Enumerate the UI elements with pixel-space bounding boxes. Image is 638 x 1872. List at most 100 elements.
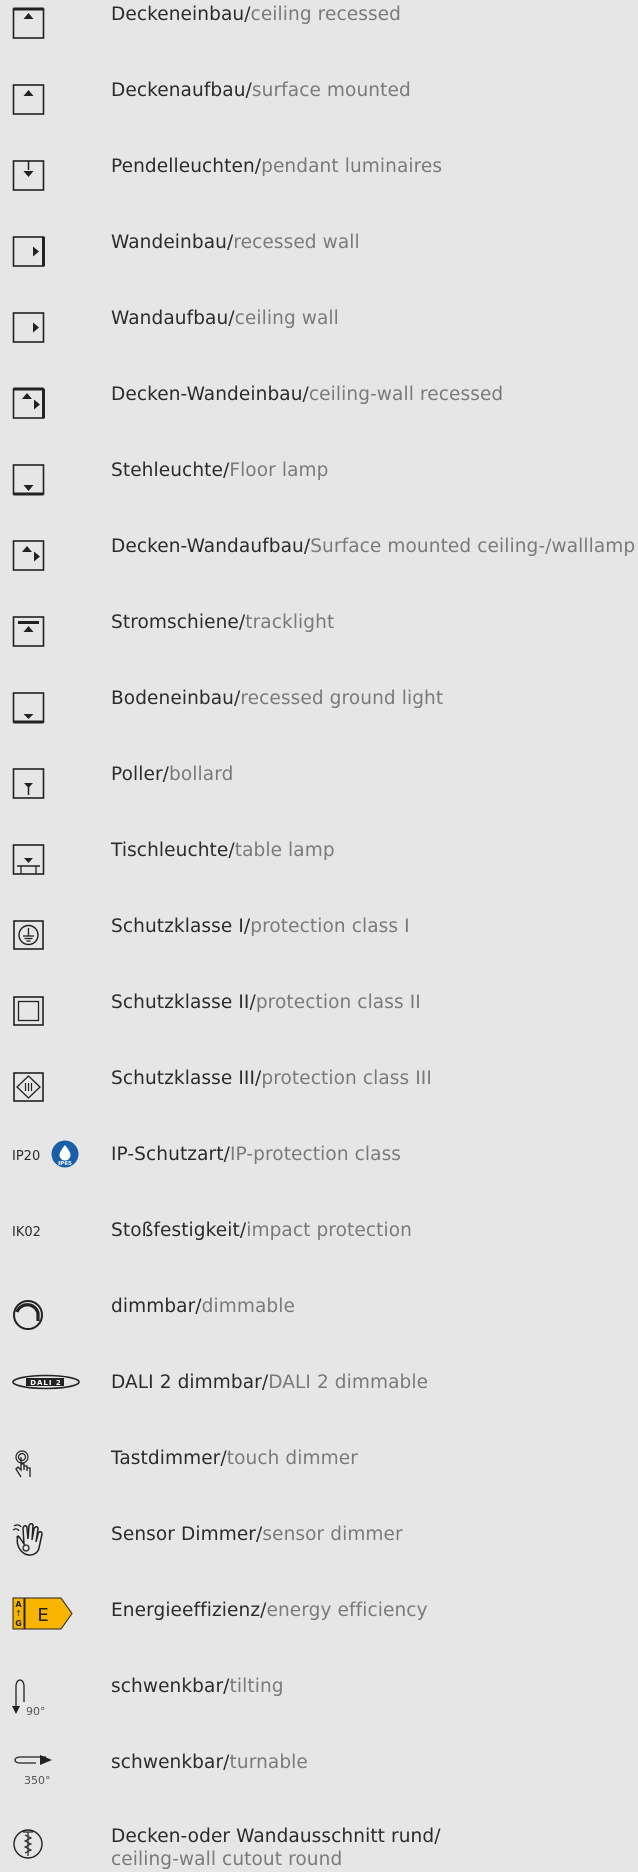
legend-row-energy: A ↑ G E Energieeffizienz/energy efficien… <box>0 1596 638 1656</box>
legend-row-ip-protection: IP20 IP65 IP-Schutzart/IP-protection cla… <box>0 1140 638 1200</box>
label-en: ceiling wall <box>234 308 339 329</box>
label-de: IP-Schutzart/ <box>111 1144 230 1165</box>
label-de: Decken-Wandeinbau/ <box>111 384 309 405</box>
legend-row-dimmable: dimmbar/dimmable <box>0 1292 638 1352</box>
label-en: bollard <box>169 764 234 785</box>
label-en: IP-protection class <box>229 1144 402 1165</box>
protection-class-1-icon <box>12 912 84 956</box>
legend-row-ceiling-wall-surface: Decken-Wandaufbau/Surface mounted ceilin… <box>0 532 638 592</box>
legend-row-ceiling-wall-recessed: Decken-Wandeinbau/ceiling-wall recessed <box>0 380 638 440</box>
ik-rating-text: IK02 <box>12 1225 41 1240</box>
label-en: energy efficiency <box>266 1600 428 1621</box>
legend-row-protection-class-2: Schutzklasse II/protection class II <box>0 988 638 1048</box>
label-en: Surface mounted ceiling-/walllamp <box>310 536 636 557</box>
recessed-wall-icon <box>12 228 84 272</box>
legend-row-bollard: Poller/bollard <box>0 760 638 820</box>
label-de: Decken-Wandaufbau/ <box>111 536 311 557</box>
label-de: DALI 2 dimmbar/ <box>111 1372 269 1393</box>
legend-row-surface-mounted: Deckenaufbau/surface mounted <box>0 76 638 136</box>
pendant-icon <box>12 152 84 196</box>
svg-text:↑: ↑ <box>15 1609 22 1618</box>
legend-row-protection-class-1: Schutzklasse I/protection class I <box>0 912 638 972</box>
label-de: Wandeinbau/ <box>111 232 234 253</box>
tilt-angle-text: 90° <box>26 1705 46 1716</box>
protection-class-3-icon <box>12 1064 84 1108</box>
ip-rating-text: IP20 <box>12 1149 40 1164</box>
legend-row-touch-dimmer: Tastdimmer/touch dimmer <box>0 1444 638 1504</box>
label-de: Schutzklasse III/ <box>111 1068 262 1089</box>
label-de: Deckenaufbau/ <box>111 80 252 101</box>
legend-row-recessed-wall: Wandeinbau/recessed wall <box>0 228 638 288</box>
label-de: Schutzklasse II/ <box>111 992 256 1013</box>
ceiling-wall-recessed-icon <box>12 380 84 424</box>
label-de: Pendelleuchten/ <box>111 156 262 177</box>
label-en: pendant luminaires <box>261 156 443 177</box>
label-de: Tischleuchte/ <box>111 840 235 861</box>
legend-row-dali: DALI 2 DALI 2 dimmbar/DALI 2 dimmable <box>0 1368 638 1428</box>
label-en: recessed ground light <box>240 688 444 709</box>
dali-text: DALI 2 <box>30 1379 62 1387</box>
legend-row-table-lamp: Tischleuchte/table lamp <box>0 836 638 896</box>
label-de: Energieeffizienz/ <box>111 1600 267 1621</box>
label-en: DALI 2 dimmable <box>268 1372 429 1393</box>
label-de: Decken-oder Wandausschnitt rund/ <box>111 1826 441 1847</box>
legend-row-impact-protection: IK02 Stoßfestigkeit/impact protection <box>0 1216 638 1276</box>
legend-row-turnable: 350° schwenkbar/turnable <box>0 1748 638 1808</box>
table-lamp-icon <box>12 836 84 880</box>
wall-mounted-icon <box>12 304 84 348</box>
label-de: Stehleuchte/ <box>111 460 230 481</box>
legend-row-round-cutout: Decken-oder Wandausschnitt rund/ceiling-… <box>0 1824 638 1872</box>
dimmable-icon <box>12 1292 84 1336</box>
ip-protection-icon: IP20 IP65 <box>12 1140 84 1184</box>
label-en: sensor dimmer <box>262 1524 403 1545</box>
legend-row-tracklight: Stromschiene/tracklight <box>0 608 638 668</box>
sensor-dimmer-icon <box>12 1520 84 1564</box>
label-de: Wandaufbau/ <box>111 308 235 329</box>
round-cutout-icon <box>12 1824 84 1868</box>
legend-row-wall-mounted: Wandaufbau/ceiling wall <box>0 304 638 364</box>
label-en: tilting <box>229 1676 284 1697</box>
label-de: Stoßfestigkeit/ <box>111 1220 247 1241</box>
label-en: dimmable <box>201 1296 295 1317</box>
legend-row-ground-recessed: Bodeneinbau/recessed ground light <box>0 684 638 744</box>
label-de: dimmbar/ <box>111 1296 202 1317</box>
legend-row-tilting: 90° schwenkbar/tilting <box>0 1672 638 1732</box>
ip-badge-text: IP65 <box>58 1161 72 1167</box>
legend-row-pendant: Pendelleuchten/pendant luminaires <box>0 152 638 212</box>
symbol-legend: Deckeneinbau/ceiling recessed Deckenaufb… <box>0 0 638 1872</box>
label-en: Floor lamp <box>229 460 329 481</box>
label-en: ceiling recessed <box>250 4 402 25</box>
label-en: tracklight <box>245 612 335 633</box>
label-de: Bodeneinbau/ <box>111 688 241 709</box>
impact-protection-icon: IK02 <box>12 1216 84 1260</box>
label-en: ceiling-wall recessed <box>308 384 504 405</box>
bollard-icon <box>12 760 84 804</box>
legend-row-ceiling-recessed: Deckeneinbau/ceiling recessed <box>0 0 638 60</box>
label-en: ceiling-wall cutout round <box>111 1849 343 1870</box>
surface-mounted-icon <box>12 76 84 120</box>
tracklight-icon <box>12 608 84 652</box>
ground-recessed-icon <box>12 684 84 728</box>
label-de: Schutzklasse I/ <box>111 916 251 937</box>
turn-icon: 350° <box>12 1748 84 1792</box>
label-de: schwenkbar/ <box>111 1676 230 1697</box>
label-de: Sensor Dimmer/ <box>111 1524 263 1545</box>
label-de: Tastdimmer/ <box>111 1448 227 1469</box>
label-en: protection class II <box>255 992 421 1013</box>
legend-row-sensor-dimmer: Sensor Dimmer/sensor dimmer <box>0 1520 638 1580</box>
legend-row-protection-class-3: Schutzklasse III/protection class III <box>0 1064 638 1124</box>
label-en: table lamp <box>234 840 335 861</box>
energy-class-text: E <box>37 1605 48 1626</box>
label-en: turnable <box>229 1752 308 1773</box>
touch-dimmer-icon <box>12 1444 84 1488</box>
dali-icon: DALI 2 <box>12 1368 84 1412</box>
floor-lamp-icon <box>12 456 84 500</box>
protection-class-2-icon <box>12 988 84 1032</box>
turn-angle-text: 350° <box>24 1774 51 1787</box>
energy-scale-bottom: G <box>15 1619 22 1628</box>
energy-scale-top: A <box>15 1600 22 1609</box>
label-en: touch dimmer <box>226 1448 358 1469</box>
tilt-icon: 90° <box>12 1672 84 1716</box>
label-en: protection class III <box>261 1068 432 1089</box>
ceiling-wall-surface-icon <box>12 532 84 576</box>
